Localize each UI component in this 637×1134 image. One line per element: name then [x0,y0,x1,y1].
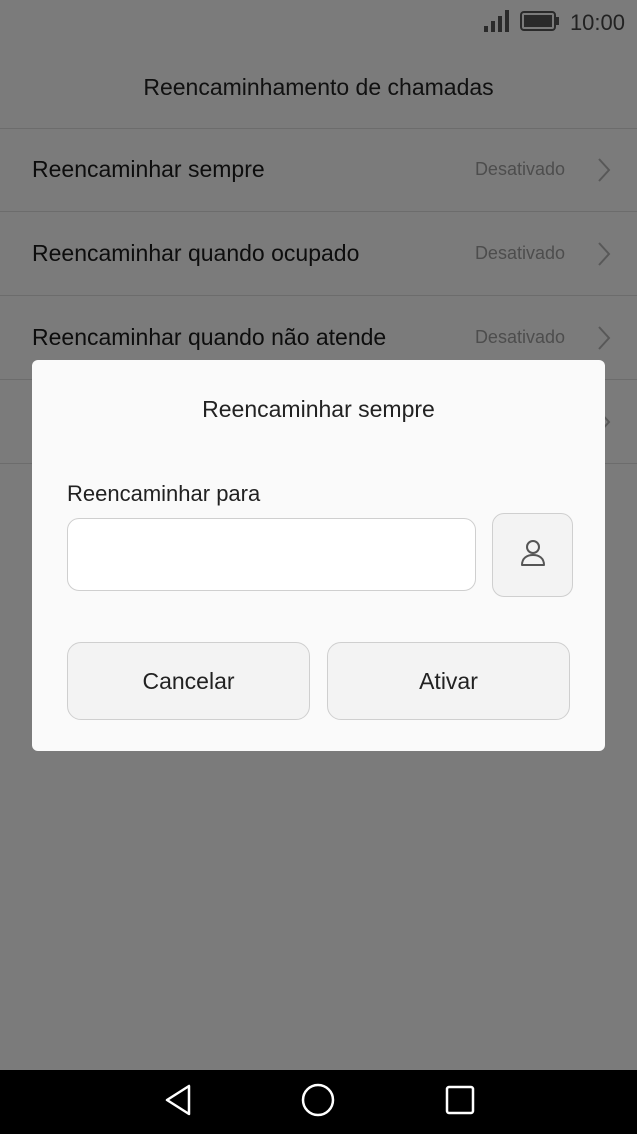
recents-button[interactable] [440,1084,480,1120]
call-forwarding-screen: 10:00 Reencaminhamento de chamadas Reenc… [0,0,637,1134]
activate-button[interactable]: Ativar [327,642,570,720]
pick-contact-button[interactable] [492,513,573,597]
forward-always-dialog: Reencaminhar sempre Reencaminhar para Ca… [32,360,605,751]
navigation-bar [0,1070,637,1134]
back-button[interactable] [158,1084,198,1120]
recents-square-icon [445,1085,475,1120]
contact-person-icon [519,538,547,573]
forward-number-input[interactable] [67,518,476,591]
dialog-title: Reencaminhar sempre [202,396,435,422]
home-circle-icon [301,1083,335,1122]
back-triangle-icon [163,1083,193,1122]
cancel-button[interactable]: Cancelar [67,642,310,720]
forward-to-label: Reencaminhar para [67,481,261,506]
home-button[interactable] [298,1083,338,1122]
